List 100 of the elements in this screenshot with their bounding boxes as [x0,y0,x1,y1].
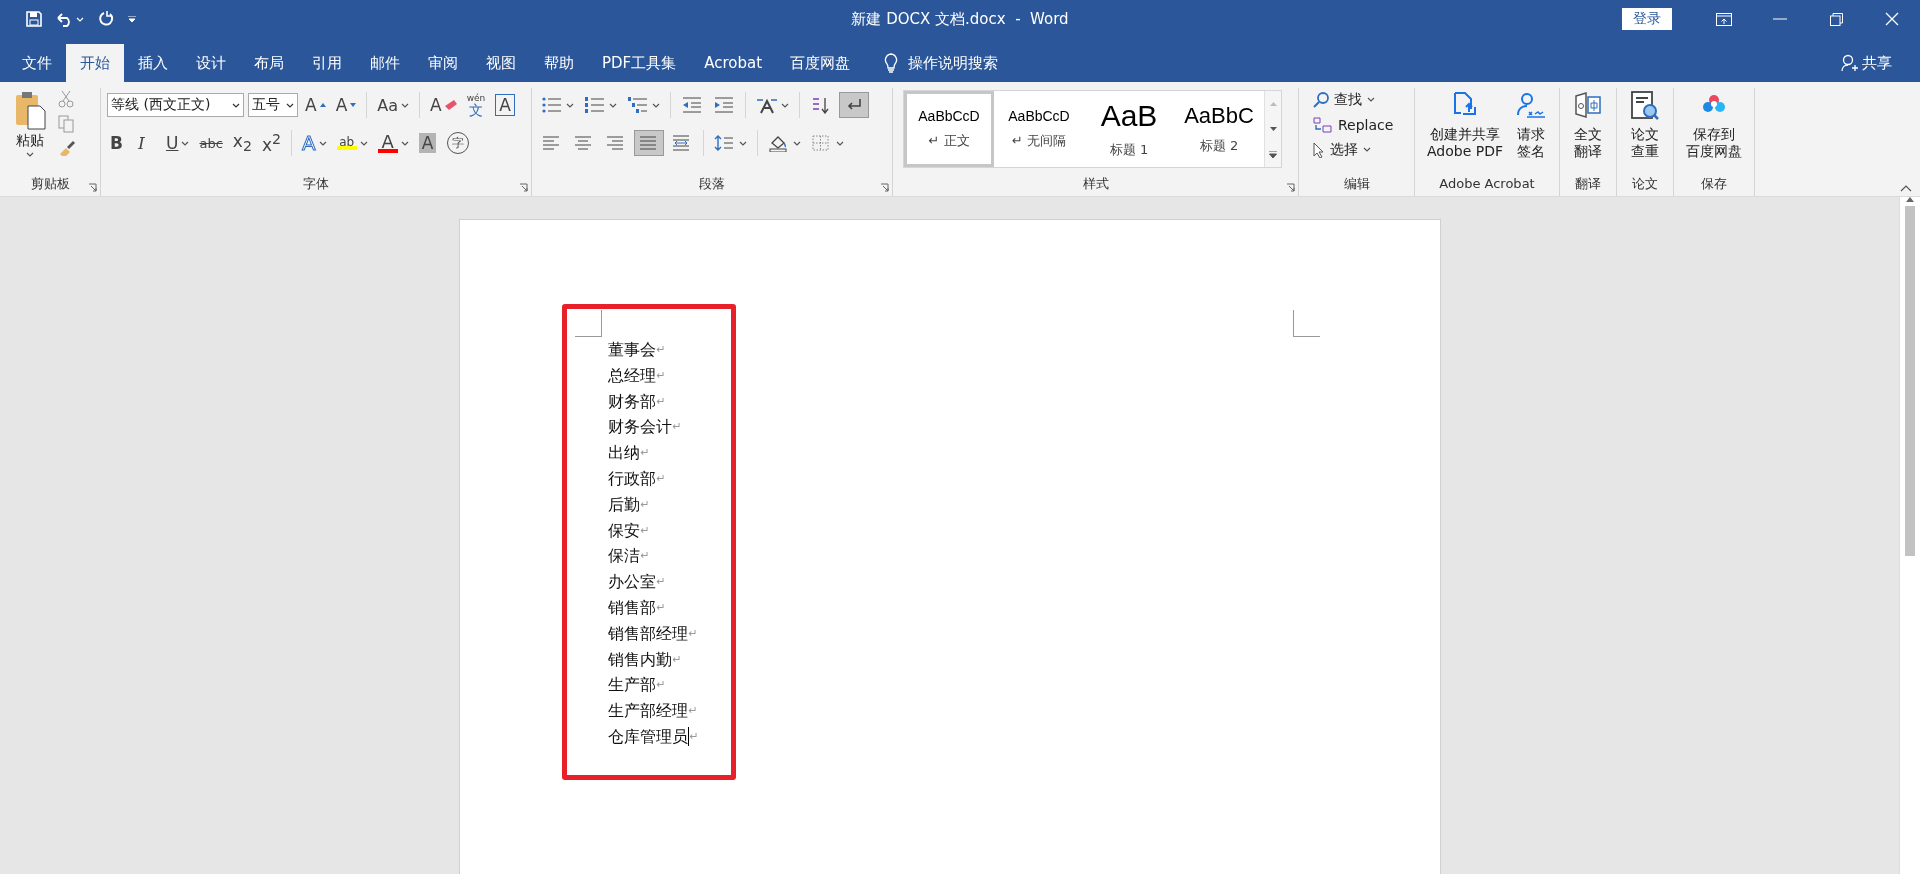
search-icon [1313,91,1329,108]
up-triangle-icon [319,103,326,107]
caret-icon [793,140,801,146]
undo-button[interactable] [56,11,84,27]
pdf-button[interactable]: 创建并共享 Adobe PDF [1421,88,1509,174]
caret-icon [76,16,84,22]
tell-me-search[interactable]: 操作说明搜索 [908,53,999,73]
undo-icon [56,11,73,27]
document-line: 保安 [607,519,640,542]
ribbon-tab[interactable]: 文件 [8,44,66,82]
margin-corner-mark [1292,310,1320,337]
document-line: 仓库管理员 [607,725,688,748]
paragraph-mark: ↵ [656,599,666,616]
login-button[interactable]: 登录 [1622,8,1672,30]
document-line: 董事会 [607,339,656,361]
check-button[interactable]: 论文 查重 [1623,88,1667,174]
document-line: 总经理 [607,364,656,387]
ribbon-tab[interactable]: 邮件 [356,44,414,82]
find-button[interactable]: 查找 [1309,88,1398,111]
ribbon-tab[interactable]: 引用 [298,44,356,82]
ribbon-tab[interactable]: 百度网盘 [776,44,865,82]
superscript-button[interactable]: x$^{2}$ [258,130,284,156]
customize-toolbar-button[interactable] [128,15,136,23]
customize-caret-icon [128,15,136,23]
copy-icon [58,115,74,133]
ribbon-tab[interactable]: PDF工具集 [588,44,691,82]
subscript-button[interactable]: x$_{2}$ [229,130,255,156]
ribbon-tab[interactable]: Acrobat [690,44,777,82]
save-button[interactable] [26,11,42,27]
italic-button[interactable]: I [135,130,159,156]
ribbon-tab[interactable]: 布局 [240,44,298,82]
character-border-button[interactable]: A [492,92,518,118]
ribbon-tab[interactable]: 插入 [124,44,182,82]
highlight-button[interactable]: ab [333,130,371,156]
up-arrow-icon [1269,101,1277,106]
clear-formatting-button[interactable]: A [427,92,460,118]
translate-button[interactable]: 全文 翻译 [1566,88,1610,174]
group-label: 字体 [303,175,329,193]
scissors-icon [58,90,74,108]
ribbon-tab[interactable]: 设计 [182,44,240,82]
document-line: 出纳 [607,442,640,465]
justify-button[interactable] [634,130,664,156]
dialog-launcher-icon[interactable] [1286,183,1295,192]
font-color-button[interactable]: A [374,130,412,156]
expand-icon [1269,150,1277,158]
document-line: 后勤 [607,493,640,516]
document-search-icon [1629,90,1661,122]
margin-corner-mark [574,310,602,337]
ribbon-tab[interactable]: 开始 [66,44,124,82]
replace-button[interactable]: Replace [1309,113,1398,136]
ribbon-tab[interactable]: 视图 [472,44,530,82]
paragraph-mark: ↵ [672,651,682,668]
document-line: 销售部 [607,596,656,619]
caret-icon [400,140,409,146]
redo-button[interactable] [98,11,114,27]
format-painter-button[interactable] [58,140,76,156]
redo-icon [98,11,114,27]
vertical-scrollbar[interactable] [1899,197,1920,874]
group-label: 保存 [1701,175,1727,193]
document-line: 办公室 [607,571,656,594]
group-label: 剪贴板 [30,175,70,193]
font-size-field[interactable]: 五号 [248,93,298,117]
change-case-button[interactable]: Aa [374,92,413,118]
restore-icon [1829,12,1843,26]
shrink-font-button[interactable]: A [332,92,360,118]
ribbon-tab[interactable]: 帮助 [530,44,588,82]
caret-icon [401,102,410,108]
caret-icon [836,140,844,146]
collapse-ribbon-icon[interactable] [1900,185,1912,192]
grow-font-button[interactable]: A [302,92,329,118]
dialog-launcher-icon[interactable] [880,183,889,192]
font-name-field[interactable]: 等线 (西文正文) [107,93,244,117]
dialog-launcher-icon[interactable] [88,183,97,192]
strikethrough-button[interactable]: abc [196,130,226,156]
person-add-icon [1841,54,1858,72]
eraser-icon [444,100,457,110]
window-title: 新建 DOCX 文档.docx - Word [851,9,1069,29]
caret-icon [566,102,574,108]
paintbrush-icon [58,140,76,156]
sign-button[interactable]: 请求 签名 [1509,88,1553,174]
cut-button[interactable] [58,90,76,108]
document-line: 生产部 [607,674,656,697]
paste-button[interactable]: 粘贴 [6,88,54,174]
ribbon-tab[interactable]: 审阅 [414,44,472,82]
style-item[interactable]: AaBbCcD ↵ 正文 [904,91,994,167]
paragraph-mark: ↵ [640,445,650,462]
phonetic-guide-button[interactable]: wén 文 [463,92,489,118]
dialog-launcher-icon[interactable] [519,183,528,192]
group-label: 论文 [1632,175,1658,193]
caret-icon [739,140,747,146]
paragraph-mark-button[interactable] [839,92,869,118]
bold-button[interactable]: B [107,130,131,156]
group-label: 编辑 [1343,175,1370,193]
share-button[interactable]: 共享 [1835,44,1898,82]
paragraph-mark: ↵ [640,548,650,565]
underline-button[interactable]: U [163,130,193,156]
select-button[interactable]: 选择 [1309,138,1398,161]
cloud-button[interactable]: 保存到 百度网盘 [1680,88,1748,174]
scroll-thumb[interactable] [1905,206,1915,556]
paragraph-mark: ↵ [640,496,650,513]
